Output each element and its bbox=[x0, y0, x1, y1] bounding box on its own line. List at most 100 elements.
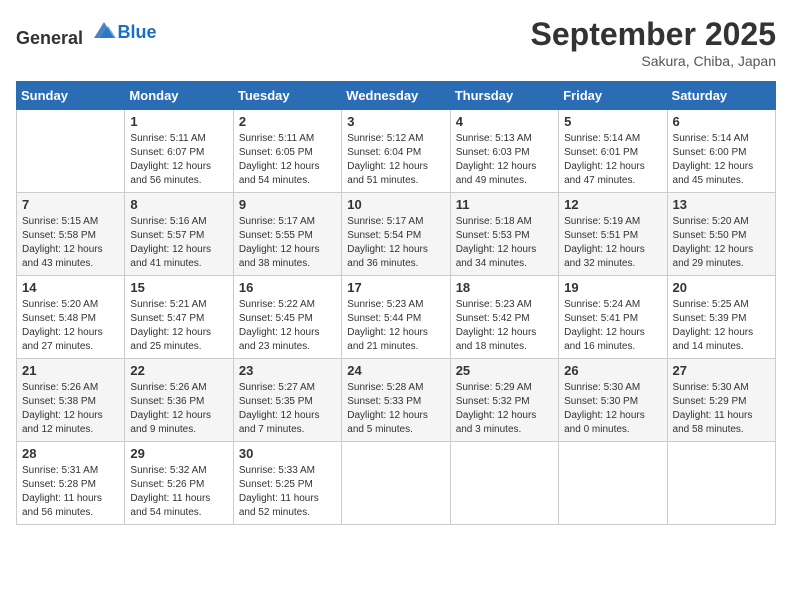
day-info: Sunrise: 5:11 AMSunset: 6:05 PMDaylight:… bbox=[239, 132, 336, 188]
month-title: September 2025 bbox=[531, 16, 776, 53]
day-number: 3 bbox=[347, 114, 444, 129]
weekday-header-row: SundayMondayTuesdayWednesdayThursdayFrid… bbox=[17, 82, 776, 110]
day-info: Sunrise: 5:20 AMSunset: 5:50 PMDaylight:… bbox=[673, 215, 770, 271]
weekday-header-wednesday: Wednesday bbox=[342, 82, 450, 110]
day-cell: 12 Sunrise: 5:19 AMSunset: 5:51 PMDayligh… bbox=[559, 193, 667, 276]
day-number: 1 bbox=[130, 114, 227, 129]
day-number: 9 bbox=[239, 197, 336, 212]
day-number: 6 bbox=[673, 114, 770, 129]
day-info: Sunrise: 5:17 AMSunset: 5:55 PMDaylight:… bbox=[239, 215, 336, 271]
day-cell: 1Sunrise: 5:11 AMSunset: 6:07 PMDaylight… bbox=[125, 110, 233, 193]
day-cell: 16 Sunrise: 5:22 AMSunset: 5:45 PMDayligh… bbox=[233, 276, 341, 359]
day-number: 17 bbox=[347, 280, 444, 295]
day-info: Sunrise: 5:18 AMSunset: 5:53 PMDaylight:… bbox=[456, 215, 553, 271]
day-cell: 7 Sunrise: 5:15 AMSunset: 5:58 PMDaylight… bbox=[17, 193, 125, 276]
day-info: Sunrise: 5:22 AMSunset: 5:45 PMDaylight:… bbox=[239, 298, 336, 354]
day-info: Sunrise: 5:24 AMSunset: 5:41 PMDaylight:… bbox=[564, 298, 661, 354]
day-cell: 19 Sunrise: 5:24 AMSunset: 5:41 PMDayligh… bbox=[559, 276, 667, 359]
day-cell: 11Sunrise: 5:18 AMSunset: 5:53 PMDayligh… bbox=[450, 193, 558, 276]
day-number: 16 bbox=[239, 280, 336, 295]
week-row-1: 1Sunrise: 5:11 AMSunset: 6:07 PMDaylight… bbox=[17, 110, 776, 193]
week-row-3: 14Sunrise: 5:20 AMSunset: 5:48 PMDayligh… bbox=[17, 276, 776, 359]
day-number: 10 bbox=[347, 197, 444, 212]
day-cell: 13 Sunrise: 5:20 AMSunset: 5:50 PMDayligh… bbox=[667, 193, 775, 276]
week-row-2: 7 Sunrise: 5:15 AMSunset: 5:58 PMDaylight… bbox=[17, 193, 776, 276]
day-info: Sunrise: 5:25 AMSunset: 5:39 PMDaylight:… bbox=[673, 298, 770, 354]
day-cell bbox=[667, 442, 775, 525]
day-number: 12 bbox=[564, 197, 661, 212]
day-cell: 6 Sunrise: 5:14 AMSunset: 6:00 PMDaylight… bbox=[667, 110, 775, 193]
day-number: 28 bbox=[22, 446, 119, 461]
day-number: 4 bbox=[456, 114, 553, 129]
day-number: 2 bbox=[239, 114, 336, 129]
day-number: 24 bbox=[347, 363, 444, 378]
day-info: Sunrise: 5:30 AMSunset: 5:29 PMDaylight:… bbox=[673, 381, 770, 437]
day-cell: 14Sunrise: 5:20 AMSunset: 5:48 PMDayligh… bbox=[17, 276, 125, 359]
day-number: 7 bbox=[22, 197, 119, 212]
day-info: Sunrise: 5:30 AMSunset: 5:30 PMDaylight:… bbox=[564, 381, 661, 437]
location-title: Sakura, Chiba, Japan bbox=[531, 53, 776, 69]
day-cell: 15Sunrise: 5:21 AMSunset: 5:47 PMDayligh… bbox=[125, 276, 233, 359]
day-number: 13 bbox=[673, 197, 770, 212]
day-number: 23 bbox=[239, 363, 336, 378]
day-cell bbox=[17, 110, 125, 193]
day-info: Sunrise: 5:31 AMSunset: 5:28 PMDaylight:… bbox=[22, 464, 119, 520]
day-cell: 30 Sunrise: 5:33 AMSunset: 5:25 PMDayligh… bbox=[233, 442, 341, 525]
day-info: Sunrise: 5:33 AMSunset: 5:25 PMDaylight:… bbox=[239, 464, 336, 520]
day-cell: 18Sunrise: 5:23 AMSunset: 5:42 PMDayligh… bbox=[450, 276, 558, 359]
week-row-5: 28 Sunrise: 5:31 AMSunset: 5:28 PMDayligh… bbox=[17, 442, 776, 525]
day-cell: 27 Sunrise: 5:30 AMSunset: 5:29 PMDayligh… bbox=[667, 359, 775, 442]
day-cell: 4 Sunrise: 5:13 AMSunset: 6:03 PMDaylight… bbox=[450, 110, 558, 193]
day-cell: 28 Sunrise: 5:31 AMSunset: 5:28 PMDayligh… bbox=[17, 442, 125, 525]
day-number: 30 bbox=[239, 446, 336, 461]
day-info: Sunrise: 5:16 AMSunset: 5:57 PMDaylight:… bbox=[130, 215, 227, 271]
day-info: Sunrise: 5:13 AMSunset: 6:03 PMDaylight:… bbox=[456, 132, 553, 188]
day-cell: 21 Sunrise: 5:26 AMSunset: 5:38 PMDayligh… bbox=[17, 359, 125, 442]
day-cell: 24 Sunrise: 5:28 AMSunset: 5:33 PMDayligh… bbox=[342, 359, 450, 442]
day-cell: 2 Sunrise: 5:11 AMSunset: 6:05 PMDaylight… bbox=[233, 110, 341, 193]
day-number: 19 bbox=[564, 280, 661, 295]
day-info: Sunrise: 5:27 AMSunset: 5:35 PMDaylight:… bbox=[239, 381, 336, 437]
calendar: SundayMondayTuesdayWednesdayThursdayFrid… bbox=[16, 81, 776, 525]
weekday-header-tuesday: Tuesday bbox=[233, 82, 341, 110]
day-info: Sunrise: 5:23 AMSunset: 5:42 PMDaylight:… bbox=[456, 298, 553, 354]
weekday-header-saturday: Saturday bbox=[667, 82, 775, 110]
day-cell: 22Sunrise: 5:26 AMSunset: 5:36 PMDayligh… bbox=[125, 359, 233, 442]
day-number: 27 bbox=[673, 363, 770, 378]
day-info: Sunrise: 5:15 AMSunset: 5:58 PMDaylight:… bbox=[22, 215, 119, 271]
day-cell: 10 Sunrise: 5:17 AMSunset: 5:54 PMDayligh… bbox=[342, 193, 450, 276]
day-number: 20 bbox=[673, 280, 770, 295]
day-number: 5 bbox=[564, 114, 661, 129]
day-cell: 23 Sunrise: 5:27 AMSunset: 5:35 PMDayligh… bbox=[233, 359, 341, 442]
day-info: Sunrise: 5:14 AMSunset: 6:00 PMDaylight:… bbox=[673, 132, 770, 188]
day-info: Sunrise: 5:17 AMSunset: 5:54 PMDaylight:… bbox=[347, 215, 444, 271]
day-cell bbox=[450, 442, 558, 525]
header: General Blue September 2025 Sakura, Chib… bbox=[16, 16, 776, 69]
day-cell: 9 Sunrise: 5:17 AMSunset: 5:55 PMDaylight… bbox=[233, 193, 341, 276]
day-info: Sunrise: 5:26 AMSunset: 5:38 PMDaylight:… bbox=[22, 381, 119, 437]
logo-icon bbox=[90, 16, 118, 44]
day-cell bbox=[559, 442, 667, 525]
day-info: Sunrise: 5:23 AMSunset: 5:44 PMDaylight:… bbox=[347, 298, 444, 354]
title-area: September 2025 Sakura, Chiba, Japan bbox=[531, 16, 776, 69]
logo: General Blue bbox=[16, 16, 157, 49]
day-number: 8 bbox=[130, 197, 227, 212]
day-info: Sunrise: 5:14 AMSunset: 6:01 PMDaylight:… bbox=[564, 132, 661, 188]
day-number: 25 bbox=[456, 363, 553, 378]
day-info: Sunrise: 5:28 AMSunset: 5:33 PMDaylight:… bbox=[347, 381, 444, 437]
day-info: Sunrise: 5:20 AMSunset: 5:48 PMDaylight:… bbox=[22, 298, 119, 354]
day-number: 26 bbox=[564, 363, 661, 378]
day-number: 21 bbox=[22, 363, 119, 378]
day-cell: 8 Sunrise: 5:16 AMSunset: 5:57 PMDaylight… bbox=[125, 193, 233, 276]
weekday-header-thursday: Thursday bbox=[450, 82, 558, 110]
week-row-4: 21 Sunrise: 5:26 AMSunset: 5:38 PMDayligh… bbox=[17, 359, 776, 442]
day-cell: 3Sunrise: 5:12 AMSunset: 6:04 PMDaylight… bbox=[342, 110, 450, 193]
day-cell: 20 Sunrise: 5:25 AMSunset: 5:39 PMDayligh… bbox=[667, 276, 775, 359]
day-cell: 17 Sunrise: 5:23 AMSunset: 5:44 PMDayligh… bbox=[342, 276, 450, 359]
day-number: 22 bbox=[130, 363, 227, 378]
day-number: 29 bbox=[130, 446, 227, 461]
day-cell: 5 Sunrise: 5:14 AMSunset: 6:01 PMDaylight… bbox=[559, 110, 667, 193]
day-info: Sunrise: 5:21 AMSunset: 5:47 PMDaylight:… bbox=[130, 298, 227, 354]
day-cell: 26 Sunrise: 5:30 AMSunset: 5:30 PMDayligh… bbox=[559, 359, 667, 442]
day-info: Sunrise: 5:19 AMSunset: 5:51 PMDaylight:… bbox=[564, 215, 661, 271]
